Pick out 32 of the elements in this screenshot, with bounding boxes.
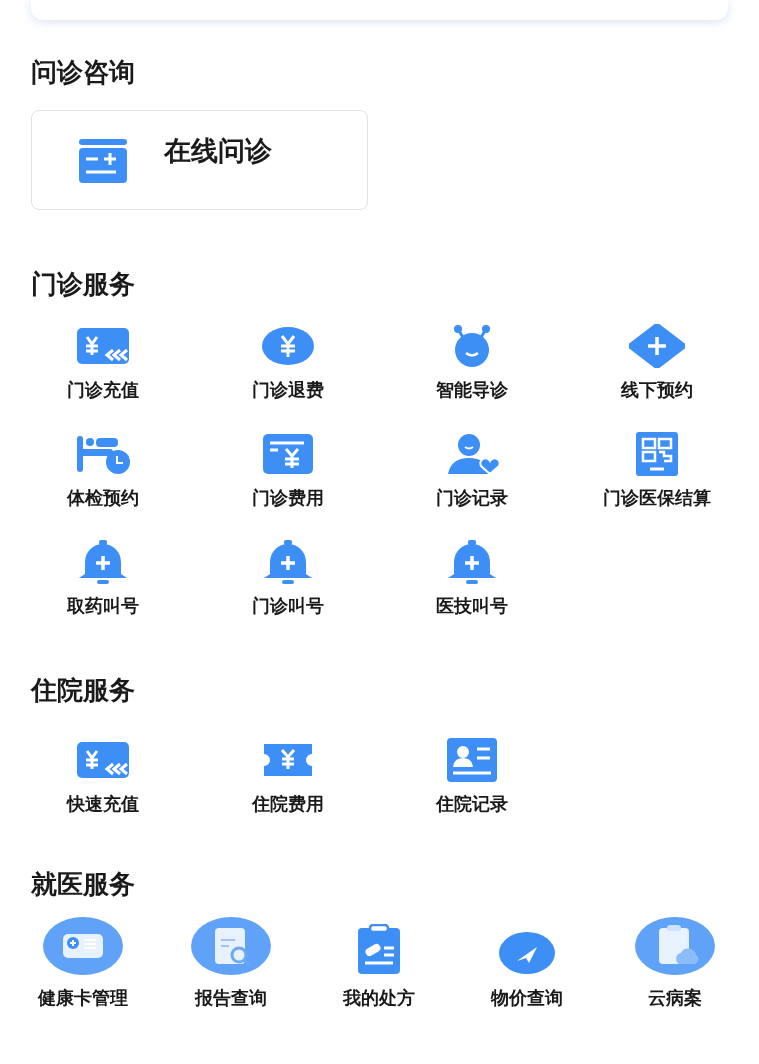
service-label[interactable]: 我的处方	[343, 986, 415, 1010]
service-label[interactable]: 快速充值	[67, 792, 140, 816]
service-label[interactable]: 门诊叫号	[251, 594, 324, 618]
service-label[interactable]: 住院费用	[251, 792, 324, 816]
service-label[interactable]: 物价查询	[491, 986, 563, 1010]
service-label[interactable]: 体检预约	[67, 486, 140, 510]
section-title: 就医服务	[30, 868, 136, 900]
health-card-icon	[42, 916, 124, 976]
service-label[interactable]: 智能导诊	[436, 378, 509, 402]
section-title: 门诊服务	[30, 268, 136, 300]
service-label[interactable]: 报告查询	[195, 986, 267, 1010]
service-label[interactable]: 门诊费用	[251, 486, 324, 510]
compass-icon	[497, 930, 557, 976]
consult-label: 在线问诊	[164, 134, 272, 168]
service-label[interactable]: 门诊退费	[251, 378, 324, 402]
service-label[interactable]: 取药叫号	[67, 594, 140, 618]
section-title: 问诊咨询	[30, 56, 136, 88]
section-title: 住院服务	[29, 674, 136, 706]
service-label[interactable]: 健康卡管理	[38, 986, 128, 1010]
service-label[interactable]: 云病案	[648, 986, 702, 1010]
plus-diamond-icon	[628, 324, 685, 368]
service-label[interactable]: 门诊医保结算	[602, 486, 711, 510]
service-label[interactable]: 门诊充值	[67, 378, 140, 402]
service-label[interactable]: 门诊记录	[436, 486, 509, 510]
consult-card[interactable]: 在线问诊	[31, 110, 368, 210]
service-label[interactable]: 线下预约	[620, 378, 693, 402]
service-label[interactable]: 医技叫号	[436, 594, 509, 618]
report-search-icon	[190, 916, 272, 976]
cloud-clipboard-icon	[634, 916, 716, 976]
service-label[interactable]: 住院记录	[436, 792, 509, 816]
medicine-box-icon	[78, 139, 128, 183]
coin-icon	[259, 324, 316, 368]
